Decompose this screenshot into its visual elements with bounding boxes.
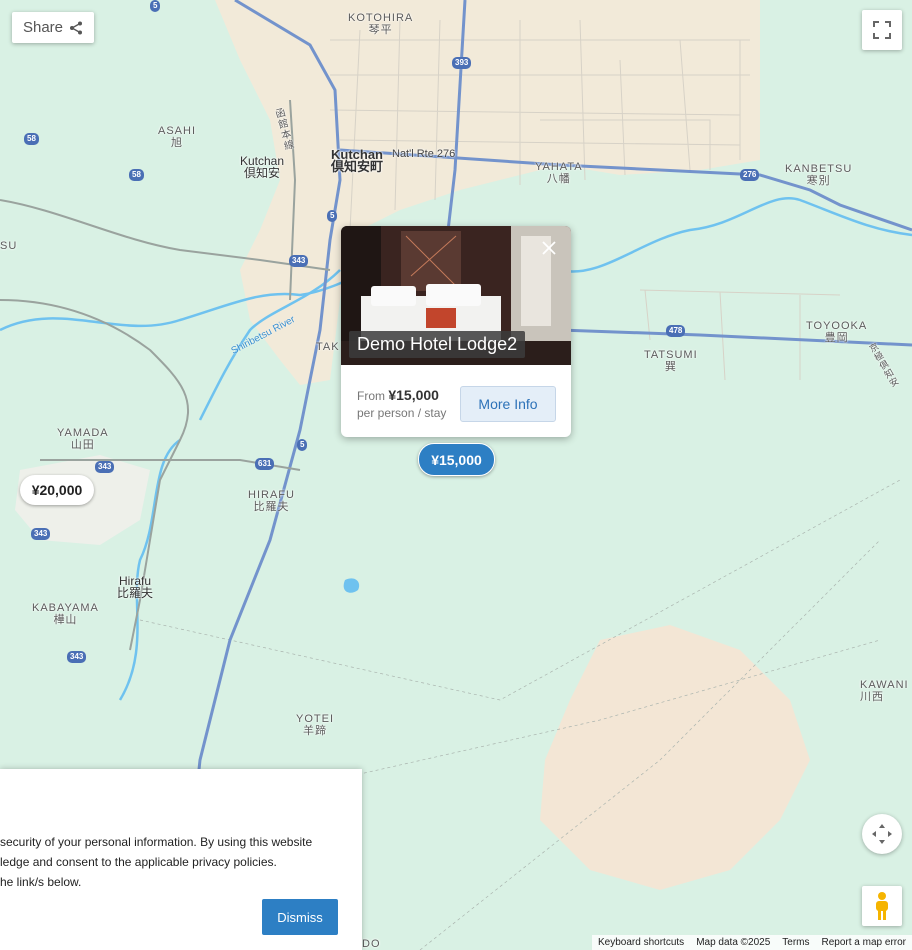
dismiss-button[interactable]: Dismiss xyxy=(262,899,338,935)
fullscreen-button[interactable] xyxy=(862,10,902,50)
place-partial-do: DO xyxy=(362,938,381,950)
price-marker-selected[interactable]: ¥15,000 xyxy=(418,443,495,476)
price-unit: per person / stay xyxy=(357,406,447,420)
hotel-info-popup: Demo Hotel Lodge2 From ¥15,000 per perso… xyxy=(341,226,571,437)
route-shield: 343 xyxy=(31,528,51,540)
place-yamada: YAMADA 山田 xyxy=(57,427,109,451)
route-shield: 343 xyxy=(67,651,87,663)
place-hirafu-station: Hirafu 比羅夫 xyxy=(117,574,154,600)
price-info: From ¥15,000 per person / stay xyxy=(357,387,446,422)
place-yahata: YAHATA 八幡 xyxy=(535,161,583,185)
place-kawani: KAWANI 川西 xyxy=(860,679,909,703)
route-shield: 478 xyxy=(666,325,686,337)
price-value: ¥15,000 xyxy=(388,387,439,403)
place-partial-tak: TAK xyxy=(316,341,340,353)
place-partial-su: SU xyxy=(0,240,18,252)
map-attribution: Keyboard shortcuts Map data ©2025 Terms … xyxy=(592,935,912,950)
cookie-text: security of your personal information. B… xyxy=(0,835,313,889)
pegman-icon xyxy=(876,892,888,920)
route-label: Nat'l Rte 276 xyxy=(392,148,456,160)
street-view-button[interactable] xyxy=(862,886,902,926)
place-kutchan-town: Kutchan 倶知安町 xyxy=(331,147,384,174)
camera-control-button[interactable] xyxy=(862,814,902,854)
route-shield: 343 xyxy=(289,255,309,267)
camera-control-icon xyxy=(872,824,892,844)
keyboard-shortcuts-link[interactable]: Keyboard shortcuts xyxy=(598,937,684,948)
share-icon xyxy=(70,21,83,34)
share-label: Share xyxy=(22,19,64,36)
place-kanbetsu: KANBETSU 寒別 xyxy=(785,163,853,187)
place-hirafu-district: HIRAFU 比羅夫 xyxy=(248,489,295,513)
place-toyooka: TOYOOKA 豊岡 xyxy=(806,320,868,344)
map-data-text: Map data ©2025 xyxy=(696,937,771,948)
hotel-name: Demo Hotel Lodge2 xyxy=(349,331,526,358)
close-icon[interactable] xyxy=(541,240,557,256)
route-shield: 58 xyxy=(24,133,39,145)
price-prefix: From xyxy=(357,389,385,403)
report-error-link[interactable]: Report a map error xyxy=(822,937,906,948)
place-kotohira: KOTOHIRA 琴平 xyxy=(348,12,414,36)
price-marker[interactable]: ¥20,000 xyxy=(20,475,94,505)
more-info-button[interactable]: More Info xyxy=(460,386,556,422)
cookie-banner: security of your personal information. B… xyxy=(0,769,362,950)
route-shield: 393 xyxy=(452,57,472,69)
place-kabayama: KABAYAMA 樺山 xyxy=(32,602,99,626)
route-shield: 631 xyxy=(255,458,275,470)
route-shield: 58 xyxy=(129,169,144,181)
place-kutchan-station: Kutchan 倶知安 xyxy=(240,154,285,180)
route-shield: 343 xyxy=(95,461,115,473)
place-yotei: YOTEI 羊蹄 xyxy=(296,713,335,737)
route-shield: 276 xyxy=(740,169,760,181)
terms-link[interactable]: Terms xyxy=(782,937,809,948)
share-button[interactable]: Share xyxy=(12,12,94,43)
place-tatsumi: TATSUMI 巽 xyxy=(644,349,698,373)
fullscreen-icon xyxy=(873,21,891,39)
place-asahi: ASAHI 旭 xyxy=(158,125,197,149)
